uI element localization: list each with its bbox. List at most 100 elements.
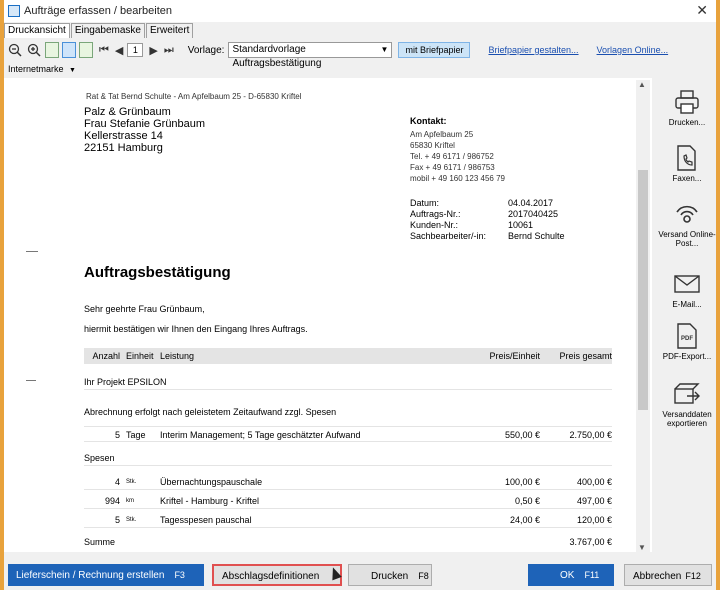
cell-gesamt: 497,00 € — [576, 496, 612, 506]
app-icon — [8, 5, 20, 17]
meta-key: Auftrags-Nr.: — [410, 209, 461, 219]
app-window: Aufträge erfassen / bearbeiten ✕ Druckan… — [4, 0, 716, 590]
page-width-view-icon[interactable] — [62, 42, 76, 58]
sender-line: Rat & Tat Bernd Schulte - Am Apfelbaum 2… — [86, 92, 302, 101]
tab-druckansicht[interactable]: Druckansicht — [4, 23, 70, 38]
table-header: Anzahl Einheit Leistung Preis/Einheit Pr… — [84, 348, 612, 364]
printer-icon — [673, 90, 701, 114]
spesen-label-row: Spesen — [84, 450, 612, 466]
fold-mark — [26, 380, 36, 381]
document-preview: Rat & Tat Bernd Schulte - Am Apfelbaum 2… — [4, 78, 652, 552]
toolbar: ⏮ ◀ 1 ▶ ⏭ Vorlage: Standardvorlage Auftr… — [4, 39, 716, 69]
summe-value: 3.767,00 € — [569, 537, 612, 547]
title-bar: Aufträge erfassen / bearbeiten ✕ — [4, 0, 716, 22]
vorlage-select-value: Standardvorlage Auftragsbestätigung — [232, 44, 322, 69]
scroll-down-icon[interactable]: ▼ — [638, 543, 646, 552]
shortcut-key: F8 — [418, 571, 429, 581]
table-row: 4 Stk. Übernachtungspauschale 100,00 € 4… — [84, 474, 612, 490]
online-post-action[interactable]: Versand Online-Post... — [656, 202, 718, 248]
lieferschein-button[interactable]: Lieferschein / Rechnung erstellen F3 — [8, 564, 204, 586]
single-page-view-icon[interactable] — [45, 42, 59, 58]
cell-anzahl: 994 — [104, 496, 120, 506]
zoom-out-icon[interactable] — [7, 42, 23, 58]
table-row: 5 Stk. Tagesspesen pauschal 24,00 € 120,… — [84, 512, 612, 528]
abbrechen-button[interactable]: Abbrechen F12 — [624, 564, 712, 586]
spesen-label: Spesen — [84, 453, 115, 463]
cell-preis: 24,00 € — [509, 515, 540, 525]
bottom-bar: Lieferschein / Rechnung erstellen F3 Absc… — [4, 560, 716, 590]
column-header-preis: Preis/Einheit — [489, 351, 540, 361]
salutation: Sehr geehrte Frau Grünbaum, — [84, 304, 205, 314]
page-number-input[interactable]: 1 — [127, 43, 144, 57]
email-action[interactable]: E-Mail... — [656, 272, 718, 309]
close-button[interactable]: ✕ — [696, 2, 708, 19]
email-icon — [673, 272, 701, 296]
pdf-export-action-label: PDF-Export... — [662, 352, 712, 361]
column-header-leistung: Leistung — [160, 351, 195, 361]
tab-erweitert[interactable]: Erweitert — [145, 23, 194, 38]
email-action-label: E-Mail... — [672, 300, 702, 309]
meta-value: Bernd Schulte — [508, 231, 565, 241]
cell-einheit: Stk. — [126, 517, 137, 523]
meta-value: 10061 — [508, 220, 534, 230]
project-text: Ihr Projekt EPSILON — [84, 377, 167, 387]
versanddaten-action-label: Versanddaten exportieren — [662, 410, 712, 428]
drucken-action-label: Drucken... — [668, 118, 706, 127]
kontakt-line: Tel. + 49 6171 / 986752 — [410, 152, 494, 161]
scrollbar-thumb[interactable] — [638, 170, 648, 410]
kontakt-line: Fax + 49 6171 / 986753 — [410, 163, 495, 172]
abrechnung-text: Abrechnung erfolgt nach geleistetem Zeit… — [84, 407, 337, 417]
pdf-icon: PDF — [673, 323, 701, 349]
online-post-icon — [673, 202, 701, 226]
chevron-down-icon: ▼ — [380, 45, 389, 54]
two-page-view-icon[interactable] — [79, 42, 93, 58]
meta-row: Auftrags-Nr.: 2017040425 — [410, 209, 565, 220]
internetmarke-dropdown[interactable]: Internetmarke ▼ — [8, 64, 76, 74]
ok-button[interactable]: OK F11 — [528, 564, 614, 586]
briefpapier-toggle-button[interactable]: mit Briefpapier — [398, 42, 471, 58]
meta-key: Datum: — [410, 198, 440, 208]
meta-value: 04.04.2017 — [508, 198, 554, 208]
document-meta: Datum: 04.04.2017 Auftrags-Nr.: 2017040425… — [410, 198, 565, 242]
fax-icon — [673, 145, 701, 171]
cell-preis: 100,00 € — [504, 477, 540, 487]
shortcut-key: F3 — [174, 570, 185, 580]
export-icon — [673, 382, 701, 406]
vorlage-select[interactable]: Standardvorlage Auftragsbestätigung ▼ — [228, 42, 393, 69]
cell-leistung: Übernachtungspauschale — [160, 477, 263, 487]
kontakt-heading: Kontakt: — [410, 116, 447, 126]
next-page-icon[interactable]: ▶ — [149, 44, 157, 57]
recipient-line: 22151 Hamburg — [84, 142, 163, 154]
recipient-line: Kellerstrasse 14 — [84, 130, 163, 142]
previous-page-icon[interactable]: ◀ — [115, 44, 123, 57]
zoom-in-icon[interactable] — [26, 42, 42, 58]
briefpapier-gestalten-link[interactable]: Briefpapier gestalten... — [488, 45, 578, 55]
column-header-einheit: Einheit — [126, 351, 154, 361]
vertical-scrollbar[interactable]: ▲ ▼ — [636, 80, 650, 552]
first-page-icon[interactable]: ⏮ — [99, 44, 109, 57]
meta-row: Datum: 04.04.2017 — [410, 198, 565, 209]
drucken-button[interactable]: Drucken F8 — [348, 564, 432, 586]
cell-anzahl: 5 — [114, 515, 120, 525]
faxen-action[interactable]: Faxen... — [656, 145, 718, 183]
drucken-action[interactable]: Drucken... — [656, 90, 718, 127]
column-header-gesamt: Preis gesamt — [559, 351, 612, 361]
tab-eingabemaske[interactable]: Eingabemaske — [70, 23, 145, 38]
versanddaten-action[interactable]: Versanddaten exportieren — [656, 382, 718, 428]
pdf-export-action[interactable]: PDF PDF-Export... — [656, 323, 718, 361]
shortcut-key: F12 — [685, 571, 701, 581]
tab-bar: Druckansicht Eingabemaske Erweitert — [4, 23, 194, 38]
vorlagen-online-link[interactable]: Vorlagen Online... — [597, 45, 669, 55]
recipient-line: Frau Stefanie Grünbaum — [84, 118, 206, 130]
recipient-line: Palz & Grünbaum — [84, 106, 171, 118]
online-post-action-label: Versand Online-Post... — [658, 230, 716, 248]
cell-einheit: Tage — [126, 430, 146, 440]
meta-key: Sachbearbeiter/-in: — [410, 231, 487, 241]
summe-row: Summe 3.767,00 € — [84, 534, 612, 550]
cell-anzahl: 5 — [114, 430, 120, 440]
cell-anzahl: 4 — [114, 477, 120, 487]
scroll-up-icon[interactable]: ▲ — [638, 80, 646, 89]
last-page-icon[interactable]: ⏭ — [164, 44, 174, 57]
abschlagsdefinitionen-button[interactable]: Abschlagsdefinitionen — [212, 564, 342, 586]
drucken-button-label: Drucken — [371, 571, 409, 582]
